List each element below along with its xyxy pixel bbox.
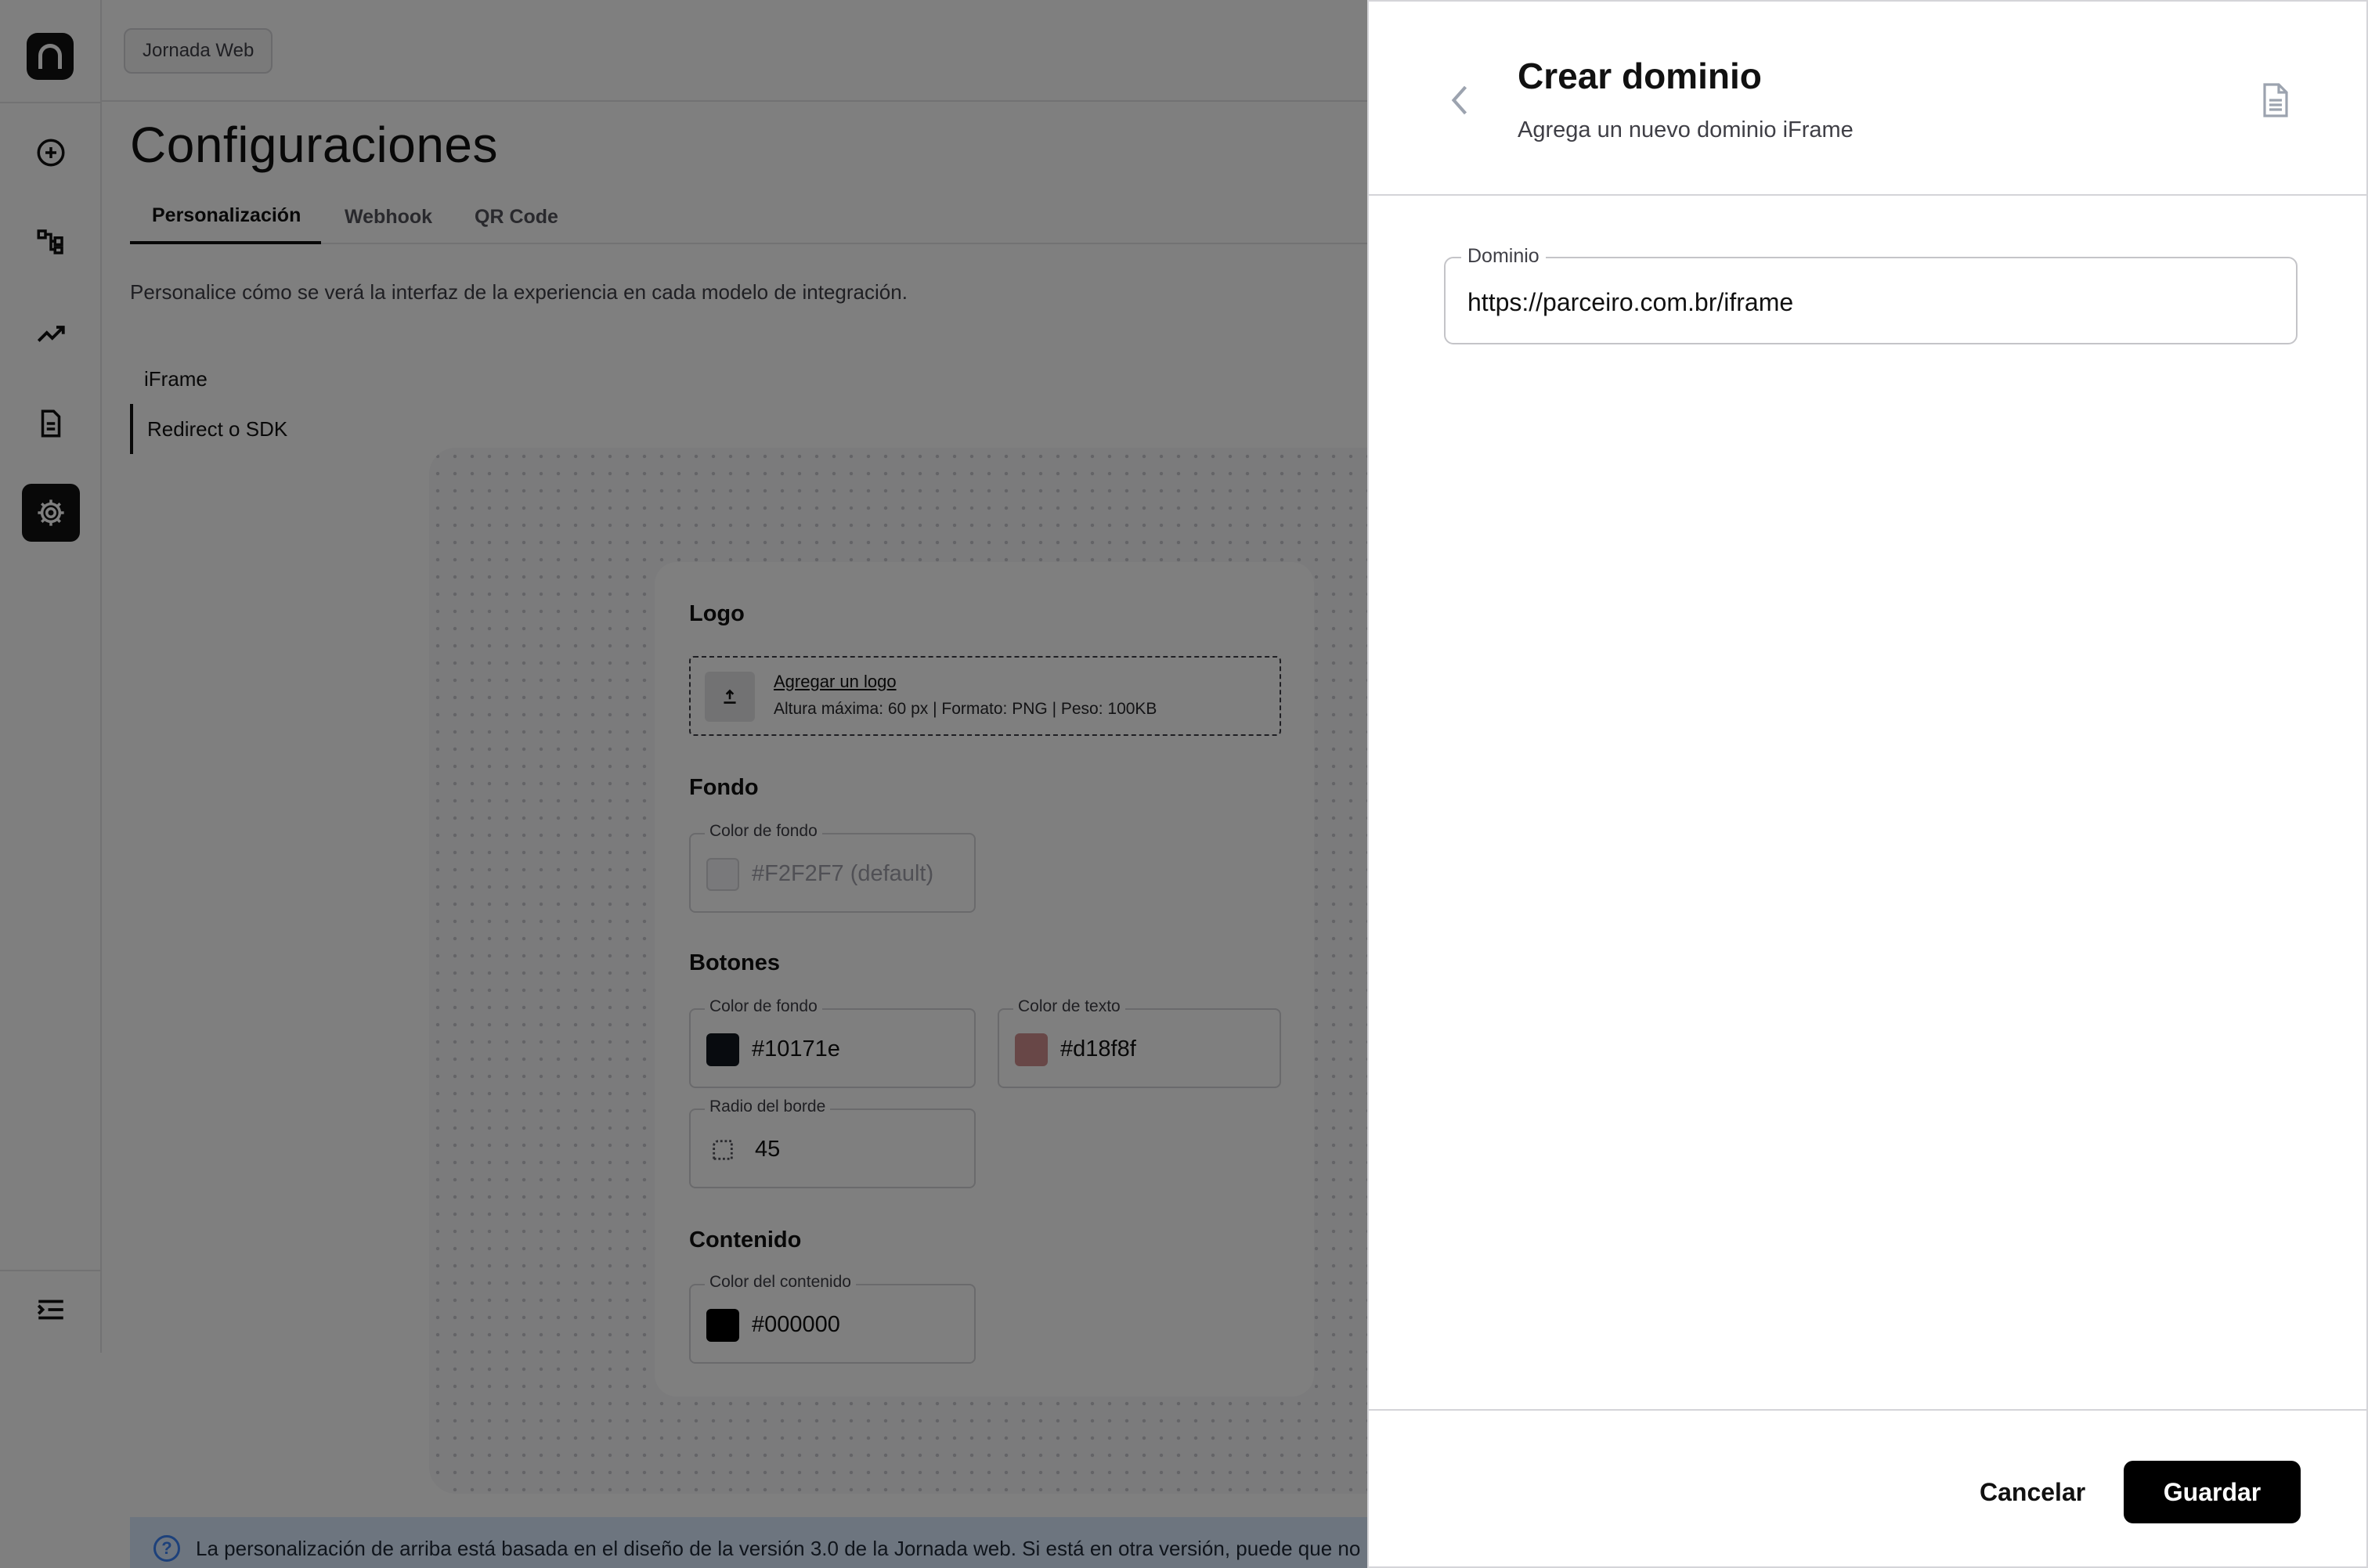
modal-overlay[interactable] bbox=[0, 0, 1367, 1568]
domain-input[interactable] bbox=[1467, 288, 2274, 317]
drawer-header: Crear dominio Agrega un nuevo dominio iF… bbox=[1369, 2, 2366, 196]
drawer-footer: Cancelar Guardar bbox=[1369, 1409, 2366, 1568]
save-button[interactable]: Guardar bbox=[2124, 1461, 2301, 1523]
document-icon bbox=[2263, 83, 2288, 117]
domain-field-label: Dominio bbox=[1461, 245, 1546, 268]
drawer-title: Crear dominio bbox=[1518, 56, 1762, 96]
create-domain-drawer: Crear dominio Agrega un nuevo dominio iF… bbox=[1367, 0, 2368, 1568]
chevron-left-icon bbox=[1451, 85, 1467, 115]
drawer-subtitle: Agrega un nuevo dominio iFrame bbox=[1518, 117, 1854, 142]
cancel-button[interactable]: Cancelar bbox=[1956, 1461, 2109, 1523]
documentation-button[interactable] bbox=[2260, 81, 2291, 119]
domain-field[interactable]: Dominio bbox=[1444, 245, 2298, 344]
back-button[interactable] bbox=[1444, 78, 1475, 122]
